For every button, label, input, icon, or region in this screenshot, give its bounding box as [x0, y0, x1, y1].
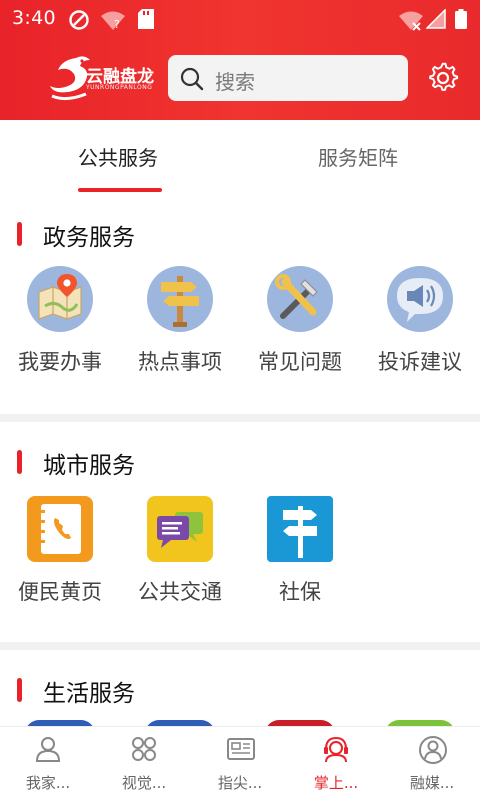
section-government: 政务服务 我要办事 热点事项 常见问题 投诉建议: [0, 194, 480, 414]
tile-faq[interactable]: 常见问题: [240, 266, 360, 376]
direction-sign-icon: [267, 496, 333, 562]
wifi-off-icon: [398, 9, 424, 35]
speaker-icon: [387, 266, 453, 332]
data-saver-icon: [68, 9, 90, 35]
newspaper-icon: [226, 735, 255, 763]
tools-icon: [267, 266, 333, 332]
logo-subtext: YUNRONGPANLONG: [86, 84, 153, 91]
tile-complaints[interactable]: 投诉建议: [360, 266, 480, 376]
person-icon: [34, 735, 62, 763]
search-placeholder: 搜索: [215, 70, 255, 94]
section-title: 城市服务: [43, 453, 135, 479]
grid-flower-icon: [130, 735, 158, 763]
top-bar: 云融盘龙 YUNRONGPANLONG 搜索: [0, 38, 480, 120]
section-divider: [0, 414, 480, 422]
battery-icon: [455, 9, 467, 33]
tile-my-affairs[interactable]: 我要办事: [0, 266, 120, 376]
tile-label: 便民黄页: [18, 580, 102, 604]
status-time: 3:40: [12, 7, 56, 29]
map-pin-icon: [27, 266, 93, 332]
user-circle-icon: [418, 735, 447, 764]
headset-person-icon: [322, 735, 350, 763]
signpost-icon: [147, 266, 213, 332]
signal-icon: [425, 8, 446, 33]
tab-service-matrix[interactable]: 服务矩阵: [318, 142, 398, 171]
nav-item-fingertip[interactable]: 指尖...: [192, 727, 288, 800]
active-tab-indicator: [78, 188, 162, 192]
search-box[interactable]: 搜索: [168, 55, 408, 101]
bottom-navigation: 我家... 视觉... 指尖... 掌上... 融媒...: [0, 726, 480, 800]
nav-item-palm[interactable]: 掌上...: [288, 727, 384, 800]
nav-item-my-home[interactable]: 我家...: [0, 727, 96, 800]
svg-text:?: ?: [114, 18, 120, 31]
sd-card-icon: [138, 9, 154, 33]
tile-label: 我要办事: [18, 350, 102, 374]
tile-label: 热点事项: [138, 350, 222, 374]
tile-label: 投诉建议: [378, 350, 462, 374]
section-life: 生活服务: [0, 650, 480, 726]
search-icon: [180, 67, 204, 95]
nav-item-media[interactable]: 融媒...: [384, 727, 480, 800]
tile-social-security[interactable]: 社保: [240, 496, 360, 606]
tile-label: 社保: [279, 580, 321, 604]
section-title: 生活服务: [43, 681, 135, 707]
section-title: 政务服务: [43, 225, 135, 251]
tile-hot-topics[interactable]: 热点事项: [120, 266, 240, 376]
status-bar: 3:40 ?: [0, 0, 480, 38]
tile-public-transport[interactable]: 公共交通: [120, 496, 240, 606]
nav-label: 我家...: [25, 774, 71, 792]
nav-label: 指尖...: [217, 774, 263, 792]
tile-label: 公共交通: [138, 580, 222, 604]
section-divider: [0, 642, 480, 650]
header-background: 3:40 ? 云融盘龙 YUNRONGPANLONG 搜索: [0, 0, 480, 120]
phonebook-icon: [27, 496, 93, 562]
settings-gear-icon[interactable]: [427, 62, 459, 98]
chat-bubbles-icon: [147, 496, 213, 562]
nav-label: 掌上...: [313, 774, 359, 792]
tile-label: 常见问题: [258, 350, 342, 374]
nav-item-visual[interactable]: 视觉...: [96, 727, 192, 800]
tile-yellow-pages[interactable]: 便民黄页: [0, 496, 120, 606]
service-tabs: 公共服务 服务矩阵: [0, 120, 480, 194]
app-logo[interactable]: 云融盘龙 YUNRONGPANLONG: [46, 52, 154, 104]
wifi-question-icon: ?: [100, 9, 126, 35]
app-root: 3:40 ? 云融盘龙 YUNRONGPANLONG 搜索 公共服务 服务矩阵 …: [0, 0, 480, 800]
section-accent-bar: [17, 222, 22, 246]
nav-label: 视觉...: [121, 774, 167, 792]
nav-label: 融媒...: [409, 774, 455, 792]
tab-public-service[interactable]: 公共服务: [78, 142, 158, 171]
section-city: 城市服务 便民黄页 公共交通 社保: [0, 422, 480, 642]
section-accent-bar: [17, 678, 22, 702]
section-accent-bar: [17, 450, 22, 474]
